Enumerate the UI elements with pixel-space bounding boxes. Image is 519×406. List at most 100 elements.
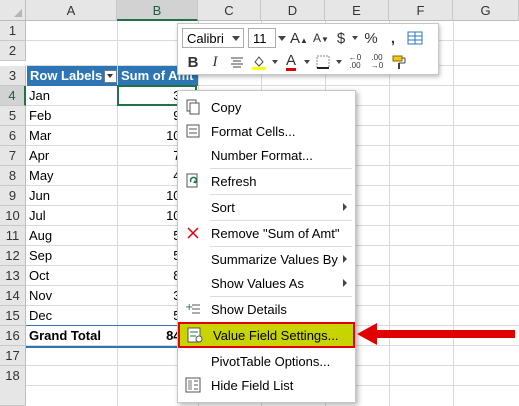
- pivot-row-label[interactable]: Apr: [29, 146, 115, 166]
- row-header[interactable]: 11: [0, 226, 26, 246]
- grand-total-label[interactable]: Grand Total: [29, 326, 115, 346]
- increase-decimal-icon: ←0.00: [348, 53, 362, 70]
- row-header[interactable]: 7: [0, 146, 26, 166]
- dollar-icon: $: [336, 29, 346, 47]
- row-header[interactable]: 16: [0, 326, 26, 346]
- font-name-box[interactable]: Calibri: [182, 28, 244, 48]
- menu-item-hide-field-list[interactable]: Hide Field List: [178, 373, 355, 397]
- comma-icon: ,: [390, 29, 396, 47]
- pivot-row-labels-header[interactable]: Row Labels: [27, 66, 117, 86]
- fill-color-button[interactable]: [248, 52, 270, 72]
- chevron-down-icon: [278, 35, 286, 41]
- pivot-row-label[interactable]: Sep: [29, 246, 115, 266]
- menu-item-label: Value Field Settings...: [213, 327, 339, 343]
- column-header-d[interactable]: D: [261, 0, 325, 21]
- percent-style-button[interactable]: %: [360, 28, 382, 48]
- menu-item-show-details[interactable]: + Show Details: [178, 297, 355, 321]
- borders-button[interactable]: [312, 52, 334, 72]
- annotation-arrow-icon: [357, 323, 515, 345]
- italic-icon: I: [212, 53, 218, 70]
- fill-color-dropdown[interactable]: [270, 52, 280, 72]
- accounting-format-dropdown[interactable]: [350, 28, 360, 48]
- row-header[interactable]: 10: [0, 206, 26, 226]
- chevron-down-icon: [336, 60, 342, 64]
- accounting-format-button[interactable]: $: [332, 28, 350, 48]
- refresh-icon: [178, 170, 208, 192]
- row-header[interactable]: 12: [0, 246, 26, 266]
- column-header-f[interactable]: F: [389, 0, 453, 21]
- row-header[interactable]: 1: [0, 21, 26, 41]
- borders-dropdown[interactable]: [334, 52, 344, 72]
- row-header[interactable]: 17: [0, 346, 26, 366]
- menu-item-show-values-as[interactable]: Show Values As: [178, 271, 355, 295]
- menu-item-remove-field[interactable]: Remove "Sum of Amt": [178, 221, 355, 245]
- menu-item-copy[interactable]: Copy: [178, 95, 355, 119]
- menu-item-value-field-settings[interactable]: Value Field Settings...: [178, 322, 355, 348]
- remove-x-icon: [178, 222, 208, 244]
- align-center-button[interactable]: [226, 52, 248, 72]
- wrap-format-button[interactable]: [404, 28, 426, 48]
- menu-item-label: Show Values As: [211, 275, 304, 291]
- decrease-font-size-button[interactable]: A▼: [310, 28, 332, 48]
- row-header[interactable]: 5: [0, 106, 26, 126]
- chevron-down-icon: [272, 60, 278, 64]
- menu-item-label: Copy: [211, 99, 242, 115]
- row-header[interactable]: 3: [0, 66, 26, 86]
- menu-item-label: Hide Field List: [211, 377, 294, 393]
- column-header-c[interactable]: C: [198, 0, 261, 21]
- menu-item-number-format[interactable]: Number Format...: [178, 143, 355, 167]
- grand-total-bottom-border: [26, 346, 198, 348]
- value-field-settings-icon: [180, 324, 210, 346]
- context-menu: Copy Format Cells... Number Format... Re…: [177, 90, 356, 403]
- decrease-decimal-button[interactable]: .00 →0: [366, 52, 388, 72]
- row-header[interactable]: 6: [0, 126, 26, 146]
- pivot-row-label[interactable]: Nov: [29, 286, 115, 306]
- paint-bucket-icon: [252, 56, 266, 70]
- row-header[interactable]: 9: [0, 186, 26, 206]
- column-header-a[interactable]: A: [26, 0, 117, 21]
- pivot-row-label[interactable]: Dec: [29, 306, 115, 326]
- comma-style-button[interactable]: ,: [382, 28, 404, 48]
- row-header[interactable]: 18: [0, 366, 26, 406]
- bold-icon: B: [187, 53, 199, 71]
- pivot-row-label[interactable]: Jun: [29, 186, 115, 206]
- row-header[interactable]: 14: [0, 286, 26, 306]
- font-color-button[interactable]: A: [280, 52, 302, 72]
- borders-icon: [316, 55, 330, 69]
- chevron-down-icon: [232, 36, 240, 41]
- row-header[interactable]: 4: [0, 86, 26, 106]
- menu-item-format-cells[interactable]: Format Cells...: [178, 119, 355, 143]
- row-header[interactable]: 2: [0, 41, 26, 61]
- column-header-g[interactable]: G: [453, 0, 519, 21]
- format-painter-button[interactable]: [388, 52, 410, 72]
- menu-item-label: Format Cells...: [211, 123, 296, 139]
- row-header[interactable]: 13: [0, 266, 26, 286]
- pivot-row-label[interactable]: Feb: [29, 106, 115, 126]
- pivot-row-label[interactable]: Mar: [29, 126, 115, 146]
- select-all-corner[interactable]: [0, 0, 26, 21]
- pivot-row-label[interactable]: Aug: [29, 226, 115, 246]
- filter-dropdown-icon[interactable]: [104, 70, 117, 84]
- menu-item-summarize-values[interactable]: Summarize Values By: [178, 247, 355, 271]
- increase-font-size-button[interactable]: A▲: [288, 28, 310, 48]
- pivot-row-label[interactable]: Jan: [29, 86, 115, 106]
- font-color-dropdown[interactable]: [302, 52, 312, 72]
- italic-button[interactable]: I: [204, 52, 226, 72]
- increase-decimal-button[interactable]: ←0.00: [344, 52, 366, 72]
- row-header[interactable]: 8: [0, 166, 26, 186]
- menu-item-refresh[interactable]: Refresh: [178, 169, 355, 193]
- pivot-row-label[interactable]: May: [29, 166, 115, 186]
- pivot-row-label[interactable]: Oct: [29, 266, 115, 286]
- bold-button[interactable]: B: [182, 52, 204, 72]
- copy-icon: [178, 96, 208, 118]
- menu-item-pivottable-options[interactable]: PivotTable Options...: [178, 349, 355, 373]
- decrease-font-icon: A▼: [313, 31, 329, 45]
- font-size-dropdown[interactable]: [276, 28, 288, 48]
- column-header-b[interactable]: B: [117, 0, 198, 21]
- column-header-e[interactable]: E: [325, 0, 389, 21]
- font-size-box[interactable]: 11: [248, 28, 276, 48]
- menu-item-sort[interactable]: Sort: [178, 195, 355, 219]
- row-header[interactable]: 15: [0, 306, 26, 326]
- show-details-icon: +: [178, 298, 208, 320]
- pivot-row-label[interactable]: Jul: [29, 206, 115, 226]
